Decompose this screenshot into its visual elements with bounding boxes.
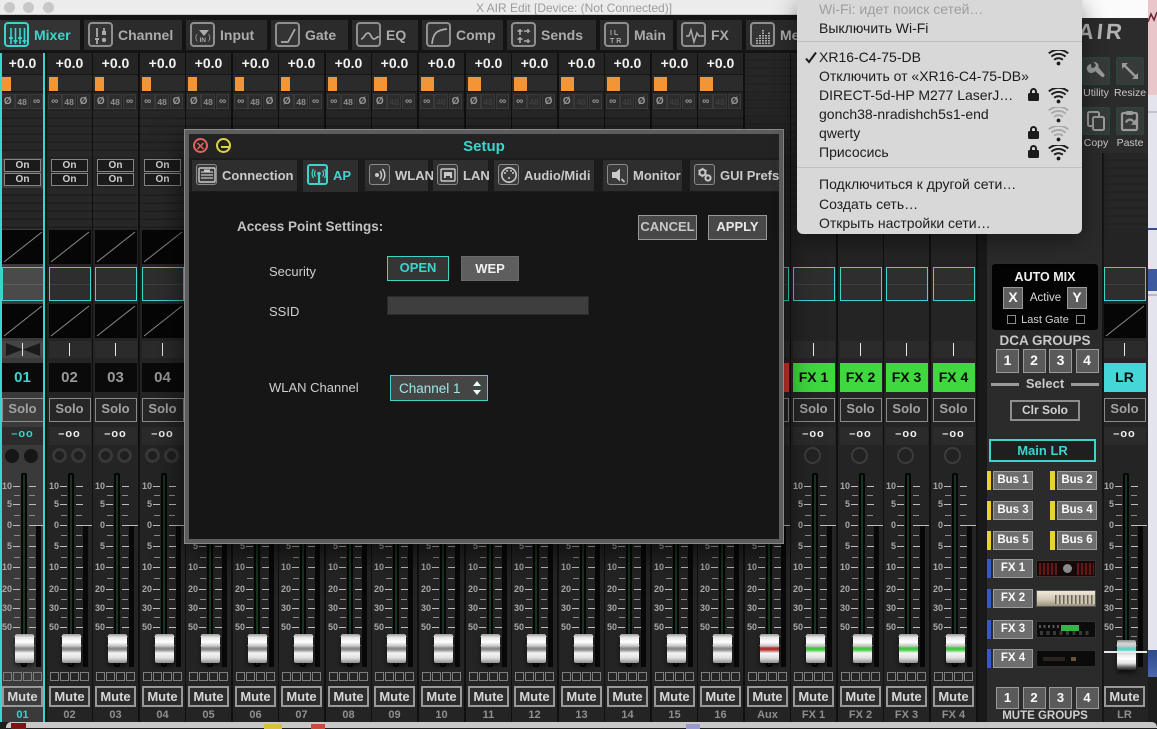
svg-text:IN: IN (200, 37, 207, 44)
svg-text:T R: T R (610, 38, 621, 45)
svg-text:(: ( (195, 33, 198, 42)
svg-text:I L: I L (610, 30, 619, 37)
svg-text:): ) (208, 33, 211, 42)
